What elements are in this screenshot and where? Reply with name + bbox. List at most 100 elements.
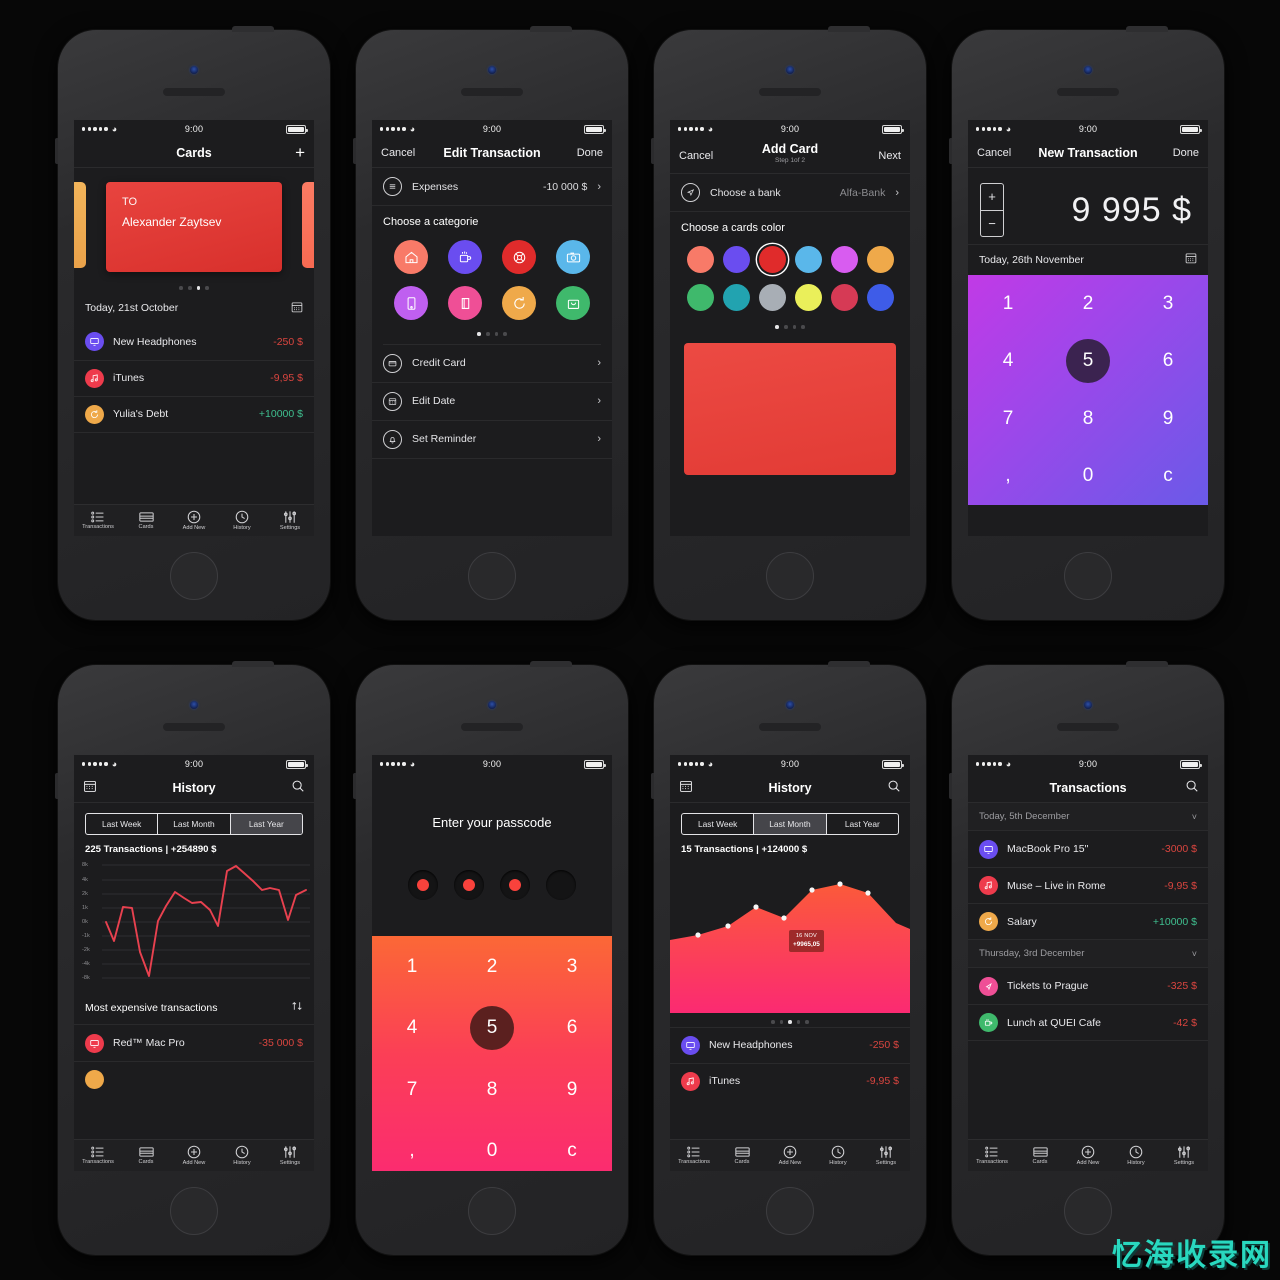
- most-expensive-header[interactable]: Most expensive transactions: [74, 991, 314, 1025]
- tab-settings[interactable]: Settings: [862, 1140, 910, 1171]
- table-row[interactable]: Lunch at QUEI Cafe -42 $: [968, 1004, 1208, 1040]
- list-item[interactable]: Yulia's Debt +10000 $: [74, 395, 314, 432]
- credit-card-row[interactable]: Credit Card ›: [372, 345, 612, 383]
- chevron-down-icon[interactable]: ˅: [1192, 949, 1197, 959]
- key-comma[interactable]: ,: [372, 1121, 452, 1172]
- search-icon[interactable]: [291, 779, 305, 796]
- tab-transactions[interactable]: Transactions: [968, 1140, 1016, 1171]
- key-clear[interactable]: c: [532, 1121, 612, 1172]
- date-row[interactable]: Today, 26th November: [968, 244, 1208, 275]
- color-swatch[interactable]: [758, 284, 786, 311]
- tab-add-new[interactable]: Add New: [170, 1140, 218, 1171]
- power-button[interactable]: [530, 26, 572, 32]
- tab-transactions[interactable]: Transactions: [74, 505, 122, 536]
- list-item-partial[interactable]: [74, 1061, 314, 1097]
- tab-cards[interactable]: Cards: [718, 1140, 766, 1171]
- segment-last-week[interactable]: Last Week: [86, 814, 157, 834]
- key-6[interactable]: 6: [1128, 333, 1208, 391]
- power-button[interactable]: [530, 661, 572, 667]
- home-button[interactable]: [170, 552, 218, 600]
- power-button[interactable]: [828, 26, 870, 32]
- key-3[interactable]: 3: [532, 936, 612, 998]
- key-7[interactable]: 7: [968, 390, 1048, 448]
- cancel-button[interactable]: Cancel: [381, 147, 415, 159]
- tab-cards[interactable]: Cards: [122, 505, 170, 536]
- color-swatch[interactable]: [866, 284, 894, 311]
- tab-history[interactable]: History: [1112, 1140, 1160, 1171]
- expenses-row[interactable]: Expenses -10 000 $ ›: [372, 168, 612, 206]
- key-5-selected[interactable]: 5: [1048, 333, 1128, 391]
- next-button[interactable]: Next: [878, 150, 901, 162]
- color-swatch[interactable]: [722, 246, 750, 273]
- color-swatch[interactable]: [794, 284, 822, 311]
- amount-value[interactable]: 9 995 $: [1004, 191, 1196, 230]
- color-swatch[interactable]: [830, 246, 858, 273]
- card-active[interactable]: TO Alexander Zaytsev: [106, 182, 282, 272]
- increment-button[interactable]: +: [981, 184, 1003, 211]
- home-button[interactable]: [766, 552, 814, 600]
- power-button[interactable]: [232, 26, 274, 32]
- tab-cards[interactable]: Cards: [122, 1140, 170, 1171]
- cancel-button[interactable]: Cancel: [977, 147, 1011, 159]
- calendar-icon[interactable]: [679, 779, 693, 796]
- tab-settings[interactable]: Settings: [266, 505, 314, 536]
- table-row[interactable]: Muse – Live in Rome -9,95 $: [968, 867, 1208, 903]
- power-button[interactable]: [1126, 661, 1168, 667]
- done-button[interactable]: Done: [1173, 147, 1199, 159]
- key-1[interactable]: 1: [968, 275, 1048, 333]
- tab-add-new[interactable]: Add New: [170, 505, 218, 536]
- group-header-today[interactable]: Today, 5th December ˅: [968, 803, 1208, 831]
- category-photo[interactable]: [556, 240, 590, 274]
- tab-add-new[interactable]: Add New: [1064, 1140, 1112, 1171]
- period-segmented-control[interactable]: Last Week Last Month Last Year: [85, 813, 303, 835]
- key-0[interactable]: 0: [452, 1121, 532, 1172]
- category-books[interactable]: [448, 286, 482, 320]
- tab-transactions[interactable]: Transactions: [670, 1140, 718, 1171]
- color-swatch[interactable]: [686, 246, 714, 273]
- key-2[interactable]: 2: [1048, 275, 1128, 333]
- card-carousel[interactable]: TO Alexander Zaytsev: [74, 168, 314, 280]
- tab-settings[interactable]: Settings: [1160, 1140, 1208, 1171]
- decrement-button[interactable]: −: [981, 211, 1003, 237]
- color-swatch[interactable]: [686, 284, 714, 311]
- key-comma[interactable]: ,: [968, 448, 1048, 506]
- color-swatch[interactable]: [794, 246, 822, 273]
- segment-last-year[interactable]: Last Year: [229, 814, 302, 834]
- category-pager[interactable]: [372, 326, 612, 340]
- cancel-button[interactable]: Cancel: [679, 150, 713, 162]
- group-header-thursday[interactable]: Thursday, 3rd December ˅: [968, 939, 1208, 968]
- list-item-partial[interactable]: [74, 431, 314, 450]
- category-home[interactable]: [394, 240, 428, 274]
- choose-bank-row[interactable]: Choose a bank Alfa-Bank ›: [670, 174, 910, 212]
- sort-icon[interactable]: [291, 1000, 303, 1015]
- color-swatch-selected[interactable]: [758, 246, 786, 273]
- power-button[interactable]: [1126, 26, 1168, 32]
- key-1[interactable]: 1: [372, 936, 452, 998]
- home-button[interactable]: [1064, 1187, 1112, 1235]
- quantity-stepper[interactable]: + −: [980, 183, 1004, 237]
- list-item[interactable]: New Headphones -250 $: [670, 1026, 910, 1063]
- key-9[interactable]: 9: [532, 1059, 612, 1121]
- segment-last-year[interactable]: Last Year: [825, 814, 898, 834]
- segment-last-month[interactable]: Last Month: [753, 814, 826, 834]
- color-pager[interactable]: [670, 319, 910, 333]
- chevron-down-icon[interactable]: ˅: [1192, 812, 1197, 822]
- category-debt[interactable]: [502, 286, 536, 320]
- category-shopping[interactable]: [556, 286, 590, 320]
- category-health[interactable]: [502, 240, 536, 274]
- chart-pager[interactable]: [670, 1013, 910, 1027]
- tab-history[interactable]: History: [814, 1140, 862, 1171]
- segment-last-week[interactable]: Last Week: [682, 814, 753, 834]
- add-card-button[interactable]: +: [295, 144, 305, 161]
- edit-date-row[interactable]: Edit Date ›: [372, 383, 612, 421]
- tab-history[interactable]: History: [218, 1140, 266, 1171]
- tab-history[interactable]: History: [218, 505, 266, 536]
- table-row[interactable]: Salary +10000 $: [968, 903, 1208, 939]
- list-item[interactable]: iTunes -9,95 $: [74, 359, 314, 396]
- key-7[interactable]: 7: [372, 1059, 452, 1121]
- list-item[interactable]: iTunes -9,95 $: [670, 1062, 910, 1099]
- set-reminder-row[interactable]: Set Reminder ›: [372, 421, 612, 459]
- key-0[interactable]: 0: [1048, 448, 1128, 506]
- power-button[interactable]: [828, 661, 870, 667]
- key-4[interactable]: 4: [372, 998, 452, 1060]
